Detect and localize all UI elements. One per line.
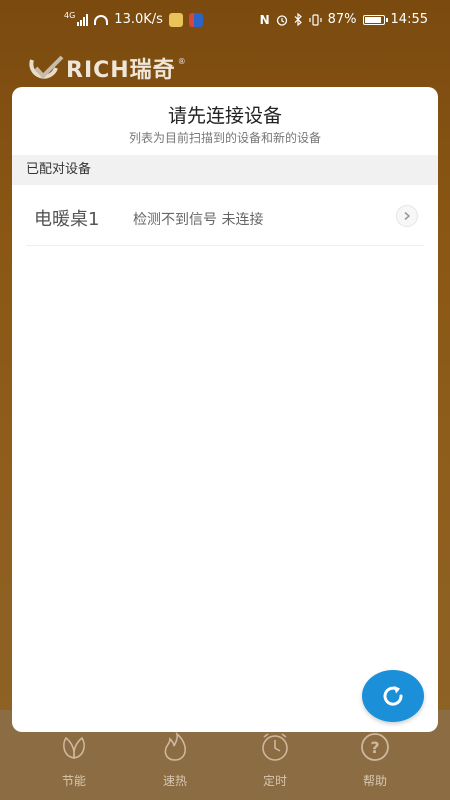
clock-icon	[262, 733, 288, 761]
vibrate-icon	[309, 13, 322, 26]
leaf-icon	[63, 736, 85, 759]
status-left: 4G 13.0K/s	[64, 11, 203, 27]
brand-text: RICH瑞奇	[66, 58, 176, 83]
svg-text:?: ?	[370, 738, 379, 757]
nav-item-fast-heat[interactable]: 速热	[145, 730, 205, 789]
wifi-icon	[94, 14, 109, 25]
paired-devices-header: 已配对设备	[12, 155, 438, 185]
network-type: 4G	[64, 11, 76, 20]
device-name: 电暖桌1	[34, 209, 100, 230]
connect-device-dialog: 请先连接设备 列表为目前扫描到的设备和新的设备 已配对设备 电暖桌1 检测不到信…	[12, 87, 438, 732]
nav-label: 速热	[162, 774, 187, 788]
nav-item-help[interactable]: ? 帮助	[345, 730, 405, 789]
nav-item-energy-saving[interactable]: 节能	[44, 730, 104, 789]
bluetooth-icon	[294, 13, 302, 26]
help-icon: ?	[361, 733, 389, 761]
logo-mark-icon	[29, 55, 64, 79]
app-notification-icon	[168, 12, 183, 27]
nav-label: 定时	[262, 774, 287, 788]
brand-registered: ®	[177, 56, 186, 66]
network-speed: 13.0K/s	[114, 12, 163, 27]
nfc-icon: N	[259, 12, 270, 27]
alarm-icon	[276, 14, 287, 26]
dialog-title: 请先连接设备	[167, 105, 282, 127]
battery-percent: 87%	[327, 12, 357, 27]
status-bar: 4G 13.0K/s N 87% 14:55	[0, 0, 450, 40]
device-status: 检测不到信号 未连接	[133, 212, 264, 228]
brand-logo: RICH瑞奇 ®	[26, 52, 186, 84]
nav-item-timer[interactable]: 定时	[245, 730, 305, 789]
clock-time: 14:55	[390, 12, 428, 27]
dialog-subtitle: 列表为目前扫描到的设备和新的设备	[128, 131, 321, 145]
nav-label: 帮助	[362, 774, 387, 788]
flame-icon	[164, 731, 186, 761]
signal-icon	[77, 13, 89, 26]
status-right: N 87% 14:55	[260, 12, 428, 27]
chevron-right-icon[interactable]	[396, 205, 418, 227]
app-notification-icon-2	[188, 12, 203, 27]
refresh-button[interactable]	[362, 670, 424, 722]
battery-icon	[362, 14, 388, 25]
nav-label: 节能	[61, 774, 86, 788]
refresh-icon	[383, 686, 403, 706]
device-list-item[interactable]: 电暖桌1 检测不到信号 未连接	[26, 191, 424, 246]
